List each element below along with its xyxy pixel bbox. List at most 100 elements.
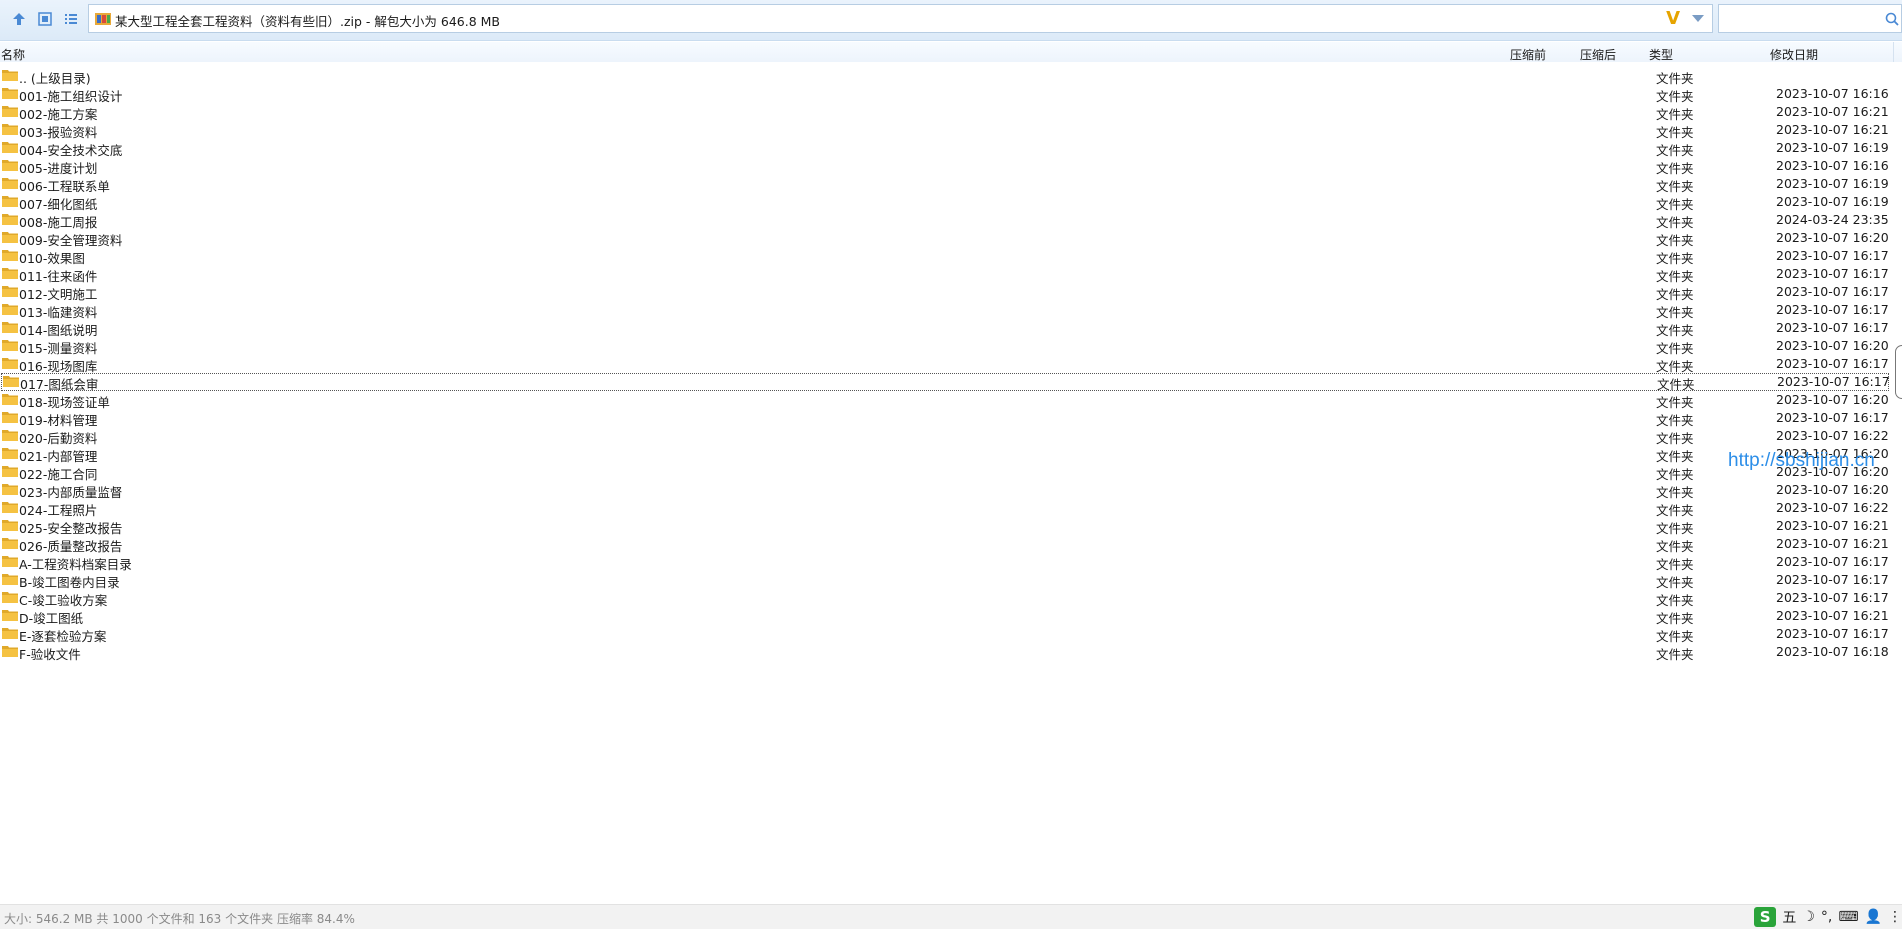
column-divider[interactable] [1893,42,1894,62]
file-date: 2023-10-07 16:17 [1776,320,1889,335]
file-date: 2023-10-07 16:22 [1776,428,1889,443]
file-date: 2023-10-07 16:22 [1776,500,1889,515]
ime-mode[interactable]: 五 [1782,907,1796,927]
thumbnail-view-button[interactable] [34,8,56,30]
folder-icon [2,250,18,261]
thumbnail-view-icon [38,12,52,26]
folder-icon [2,646,18,657]
file-date: 2023-10-07 16:21 [1776,518,1889,533]
file-date: 2023-10-07 16:21 [1776,536,1889,551]
side-panel-handle[interactable] [1895,345,1902,399]
folder-icon [2,556,18,567]
file-date: 2023-10-07 16:18 [1776,644,1889,659]
file-row[interactable]: 026-质量整改报告 文件夹 2023-10-07 16:21 [0,535,1890,554]
file-row[interactable]: 014-图纸说明 文件夹 2023-10-07 16:17 [0,319,1890,338]
file-date: 2023-10-07 16:16 [1776,86,1889,101]
address-dropdown-icon[interactable] [1692,15,1704,22]
file-row[interactable]: 011-往来函件 文件夹 2023-10-07 16:17 [0,265,1890,284]
folder-icon [2,88,18,99]
folder-icon [2,448,18,459]
keyboard-icon[interactable]: ⌨ [1838,909,1858,925]
column-type[interactable]: 类型 [1649,46,1673,63]
file-row[interactable]: 006-工程联系单 文件夹 2023-10-07 16:19 [0,175,1890,194]
folder-icon [2,430,18,441]
address-bar[interactable]: 某大型工程全套工程资料（资料有些旧）.zip - 解包大小为 646.8 MB … [88,4,1713,33]
file-date: 2023-10-07 16:19 [1776,194,1889,209]
file-row[interactable]: 004-安全技术交底 文件夹 2023-10-07 16:19 [0,139,1890,158]
file-row[interactable]: 023-内部质量监督 文件夹 2023-10-07 16:20 [0,481,1890,500]
folder-icon [2,304,18,315]
file-row[interactable]: B-竣工图卷内目录 文件夹 2023-10-07 16:17 [0,571,1890,590]
column-after[interactable]: 压缩后 [1580,46,1616,63]
watermark-url: http://sbshijian.cn [1728,450,1875,471]
file-row[interactable]: 022-施工合同 文件夹 2023-10-07 16:20 [0,463,1890,482]
folder-icon [2,394,18,405]
user-icon[interactable]: 👤 [1865,909,1882,925]
folder-icon [2,106,18,117]
file-row[interactable]: C-竣工验收方案 文件夹 2023-10-07 16:17 [0,589,1890,608]
column-name[interactable]: 名称 [1,46,25,63]
archive-icon [95,13,111,25]
file-date: 2023-10-07 16:17 [1776,302,1889,317]
file-row[interactable]: 002-施工方案 文件夹 2023-10-07 16:21 [0,103,1890,122]
file-date: 2023-10-07 16:17 [1777,374,1890,389]
list-view-icon [65,14,77,24]
file-date: 2023-10-07 16:17 [1776,626,1889,641]
file-date: 2023-10-07 16:17 [1776,266,1889,281]
file-date: 2023-10-07 16:19 [1776,140,1889,155]
file-row[interactable]: 007-细化图纸 文件夹 2023-10-07 16:19 [0,193,1890,212]
file-date: 2024-03-24 23:35 [1776,212,1889,227]
column-modified[interactable]: 修改日期 [1770,46,1818,63]
vip-badge-icon[interactable]: V [1666,8,1680,29]
file-row[interactable]: E-逐套检验方案 文件夹 2023-10-07 16:17 [0,625,1890,644]
column-header: 名称 压缩前 压缩后 类型 修改日期 [0,42,1902,62]
search-icon[interactable] [1885,12,1899,26]
folder-icon [2,412,18,423]
search-input[interactable] [1718,4,1902,33]
file-row[interactable]: 018-现场签证单 文件夹 2023-10-07 16:20 [0,391,1890,410]
file-row[interactable]: F-验收文件 文件夹 2023-10-07 16:18 [0,643,1890,662]
file-row[interactable]: 009-安全管理资料 文件夹 2023-10-07 16:20 [0,229,1890,248]
file-row[interactable]: 001-施工组织设计 文件夹 2023-10-07 16:16 [0,85,1890,104]
folder-icon [2,610,18,621]
file-row[interactable]: 015-测量资料 文件夹 2023-10-07 16:20 [0,337,1890,356]
folder-icon [2,178,18,189]
more-icon[interactable]: ⋮ [1888,909,1902,925]
up-button[interactable] [8,8,30,30]
file-row[interactable]: D-竣工图纸 文件夹 2023-10-07 16:21 [0,607,1890,626]
folder-icon [2,196,18,207]
file-date: 2023-10-07 16:20 [1776,482,1889,497]
status-bar: 大小: 546.2 MB 共 1000 个文件和 163 个文件夹 压缩率 84… [0,904,1902,929]
folder-icon [2,484,18,495]
address-path: 某大型工程全套工程资料（资料有些旧）.zip - 解包大小为 646.8 MB [115,14,500,29]
ime-logo-icon[interactable]: S [1754,907,1777,927]
file-date: 2023-10-07 16:17 [1776,410,1889,425]
parent-directory-row[interactable]: .. (上级目录) 文件夹 [0,67,1890,86]
file-date: 2023-10-07 16:21 [1776,104,1889,119]
file-row[interactable]: 025-安全整改报告 文件夹 2023-10-07 16:21 [0,517,1890,536]
list-view-button[interactable] [60,8,82,30]
file-row[interactable]: 013-临建资料 文件夹 2023-10-07 16:17 [0,301,1890,320]
file-row[interactable]: 008-施工周报 文件夹 2024-03-24 23:35 [0,211,1890,230]
file-row[interactable]: 024-工程照片 文件夹 2023-10-07 16:22 [0,499,1890,518]
punctuation-icon[interactable]: °, [1821,909,1832,925]
folder-icon [2,268,18,279]
file-row[interactable]: 017-图纸会审 文件夹 2023-10-07 16:17 [1,373,1890,392]
folder-icon [2,70,18,81]
file-row[interactable]: 021-内部管理 文件夹 2023-10-07 16:20 [0,445,1890,464]
file-row[interactable]: 016-现场图库 文件夹 2023-10-07 16:17 [0,355,1890,374]
file-row[interactable]: A-工程资料档案目录 文件夹 2023-10-07 16:17 [0,553,1890,572]
column-before[interactable]: 压缩前 [1510,46,1546,63]
file-row[interactable]: 005-进度计划 文件夹 2023-10-07 16:16 [0,157,1890,176]
folder-icon [2,286,18,297]
file-row[interactable]: 010-效果图 文件夹 2023-10-07 16:17 [0,247,1890,266]
file-row[interactable]: 012-文明施工 文件夹 2023-10-07 16:17 [0,283,1890,302]
file-name: F-验收文件 [19,647,81,662]
file-row[interactable]: 019-材料管理 文件夹 2023-10-07 16:17 [0,409,1890,428]
folder-icon [2,142,18,153]
moon-icon[interactable]: ☽ [1802,909,1815,925]
file-row[interactable]: 003-报验资料 文件夹 2023-10-07 16:21 [0,121,1890,140]
file-row[interactable]: 020-后勤资料 文件夹 2023-10-07 16:22 [0,427,1890,446]
file-date: 2023-10-07 16:16 [1776,158,1889,173]
folder-icon [2,160,18,171]
